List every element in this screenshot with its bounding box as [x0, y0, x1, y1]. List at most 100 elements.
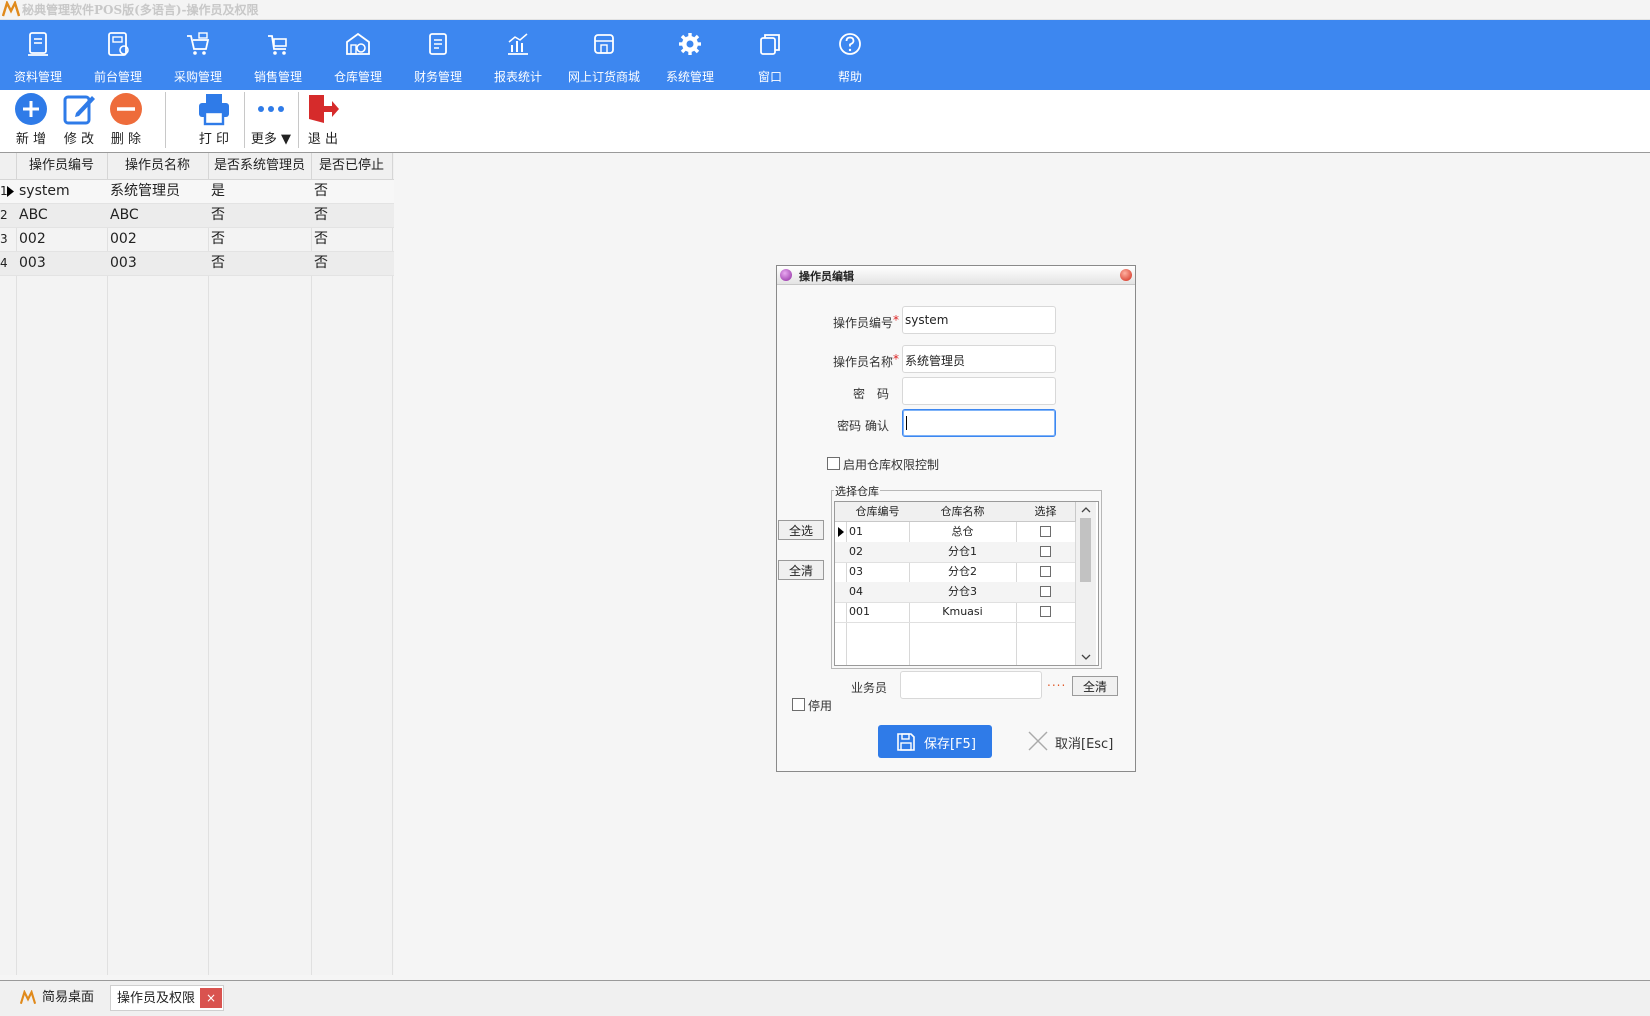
- grid-corner: [0, 153, 17, 179]
- disable-label: 停用: [808, 699, 833, 713]
- menu-item-window[interactable]: 窗口: [732, 20, 808, 90]
- toolbar-separator: [165, 92, 166, 148]
- warehouse-row[interactable]: 001 Kmuasi: [835, 602, 1075, 623]
- tab-simple-desktop[interactable]: 简易桌面: [10, 985, 106, 1011]
- dialog-menu-icon[interactable]: [780, 269, 792, 281]
- exit-button[interactable]: 退 出: [302, 90, 344, 150]
- warehouse-name: 总仓: [951, 525, 974, 538]
- warehouse-select-checkbox[interactable]: [1040, 566, 1051, 577]
- column-header[interactable]: 是否系统管理员: [208, 153, 312, 179]
- warehouse-select-checkbox[interactable]: [1040, 606, 1051, 617]
- main-menu: 资料管理 前台管理 采购管理 销售管理 仓库管理 财务管理 报表统计 网上订货商…: [0, 20, 1650, 90]
- menu-item-label: 网上订货商城: [567, 70, 640, 84]
- password-confirm-label: 密码 确认: [837, 419, 889, 433]
- table-row[interactable]: 4 003 003 否 否: [0, 252, 394, 276]
- column-header[interactable]: 操作员编号: [16, 153, 108, 179]
- warehouse-name: Kmuasi: [942, 605, 983, 618]
- cell-stopped: 否: [314, 231, 328, 247]
- grid-header: 操作员编号 操作员名称 是否系统管理员 是否已停止: [0, 153, 394, 180]
- grid-line: [311, 153, 312, 975]
- edit-button[interactable]: 修 改: [56, 90, 102, 150]
- salesman-input[interactable]: [900, 671, 1042, 699]
- plus-circle-icon: [15, 93, 47, 125]
- window-tab-bar: 简易桌面 操作员及权限 ×: [0, 980, 1650, 1016]
- warehouse-row[interactable]: 04 分仓3: [835, 582, 1075, 603]
- menu-item-reports[interactable]: 报表统计: [480, 20, 556, 90]
- warehouse-row[interactable]: 01 总仓: [835, 522, 1075, 543]
- operator-edit-dialog: 操作员编辑 操作员编号 * system 操作员名称 * 系统管理员 密 码 密…: [776, 265, 1136, 772]
- table-row[interactable]: 1 system 系统管理员 是 否: [0, 180, 394, 204]
- warehouse-select-checkbox[interactable]: [1040, 586, 1051, 597]
- cancel-button[interactable]: 取消[Esc]: [1027, 729, 1137, 755]
- column-header[interactable]: 仓库编号: [846, 502, 910, 522]
- close-tab-button[interactable]: ×: [200, 988, 222, 1008]
- column-header[interactable]: 选择: [1016, 502, 1076, 522]
- salesman-browse-button[interactable]: ....: [1047, 675, 1066, 689]
- operator-name-input[interactable]: 系统管理员: [902, 345, 1056, 373]
- window-title: 秘典管理软件POS版(多语言)-操作员及权限: [22, 3, 259, 17]
- cell-admin: 是: [211, 183, 225, 199]
- warehouse-control-checkbox[interactable]: [827, 457, 840, 470]
- more-button[interactable]: 更多 ▼: [248, 90, 294, 150]
- menu-item-sales[interactable]: 销售管理: [240, 20, 316, 90]
- menu-item-online-store[interactable]: 网上订货商城: [566, 20, 642, 90]
- toolbar: 新 增 修 改 删 除 打 印 更多 ▼ 退 出: [0, 90, 1650, 153]
- select-all-button[interactable]: 全选: [778, 520, 824, 540]
- warehouse-code: 001: [849, 605, 870, 618]
- salesman-clear-button[interactable]: 全清: [1072, 676, 1118, 696]
- cell-name: 003: [110, 255, 137, 271]
- password-confirm-input[interactable]: [902, 409, 1056, 437]
- column-header[interactable]: 操作员名称: [107, 153, 209, 179]
- clear-all-button[interactable]: 全清: [778, 560, 824, 580]
- exit-button-label: 退 出: [307, 132, 339, 147]
- warehouse-row[interactable]: 02 分仓1: [835, 542, 1075, 563]
- tab-label: 简易桌面: [42, 990, 95, 1005]
- window-icon: [760, 34, 780, 55]
- save-button[interactable]: 保存[F5]: [878, 725, 992, 758]
- cell-admin: 否: [211, 231, 225, 247]
- warehouse-select-checkbox[interactable]: [1040, 546, 1051, 557]
- dialog-close-icon[interactable]: [1120, 269, 1132, 281]
- add-button[interactable]: 新 增: [8, 90, 54, 150]
- grid-line: [107, 153, 108, 975]
- ledger-icon: [429, 33, 447, 55]
- document-icon: [28, 32, 48, 56]
- grid-line: [392, 153, 393, 975]
- save-button-label: 保存[F5]: [924, 737, 976, 752]
- operator-code-input[interactable]: system: [902, 306, 1056, 334]
- menu-item-purchase[interactable]: 采购管理: [160, 20, 236, 90]
- edit-icon: [63, 95, 95, 125]
- cancel-button-label: 取消[Esc]: [1055, 737, 1114, 752]
- menu-item-help[interactable]: 帮助: [812, 20, 888, 90]
- warehouse-name: 分仓3: [948, 585, 977, 598]
- dialog-title-bar: 操作员编辑: [777, 266, 1135, 285]
- menu-item-system[interactable]: 系统管理: [652, 20, 728, 90]
- table-row[interactable]: 3 002 002 否 否: [0, 228, 394, 252]
- more-dots-icon: [258, 106, 284, 112]
- print-button[interactable]: 打 印: [190, 90, 238, 150]
- vertical-scrollbar[interactable]: [1076, 502, 1096, 665]
- delete-button[interactable]: 删 除: [103, 90, 149, 150]
- cell-stopped: 否: [314, 207, 328, 223]
- warehouse-select-checkbox[interactable]: [1040, 526, 1051, 537]
- warehouse-row[interactable]: 03 分仓2: [835, 562, 1075, 583]
- scroll-up-icon[interactable]: [1081, 506, 1091, 513]
- save-disk-icon: [897, 733, 915, 751]
- operator-grid: 操作员编号 操作员名称 是否系统管理员 是否已停止 1 system 系统管理员…: [0, 153, 394, 975]
- password-input[interactable]: [902, 377, 1056, 405]
- scrollbar-thumb[interactable]: [1080, 518, 1091, 582]
- cell-code: system: [19, 183, 70, 199]
- more-button-label: 更多 ▼: [250, 132, 292, 147]
- menu-item-finance[interactable]: 财务管理: [400, 20, 476, 90]
- menu-item-warehouse[interactable]: 仓库管理: [320, 20, 396, 90]
- column-header[interactable]: 是否已停止: [311, 153, 393, 179]
- menu-item-frontdesk[interactable]: 前台管理: [80, 20, 156, 90]
- menu-item-label: 系统管理: [665, 70, 714, 84]
- menu-item-data[interactable]: 资料管理: [0, 20, 76, 90]
- password-label: 密 码: [852, 387, 889, 401]
- disable-checkbox[interactable]: [792, 698, 805, 711]
- table-row[interactable]: 2 ABC ABC 否 否: [0, 204, 394, 228]
- column-header[interactable]: 仓库名称: [909, 502, 1017, 522]
- scroll-down-icon[interactable]: [1081, 654, 1091, 661]
- menu-item-label: 报表统计: [493, 70, 542, 84]
